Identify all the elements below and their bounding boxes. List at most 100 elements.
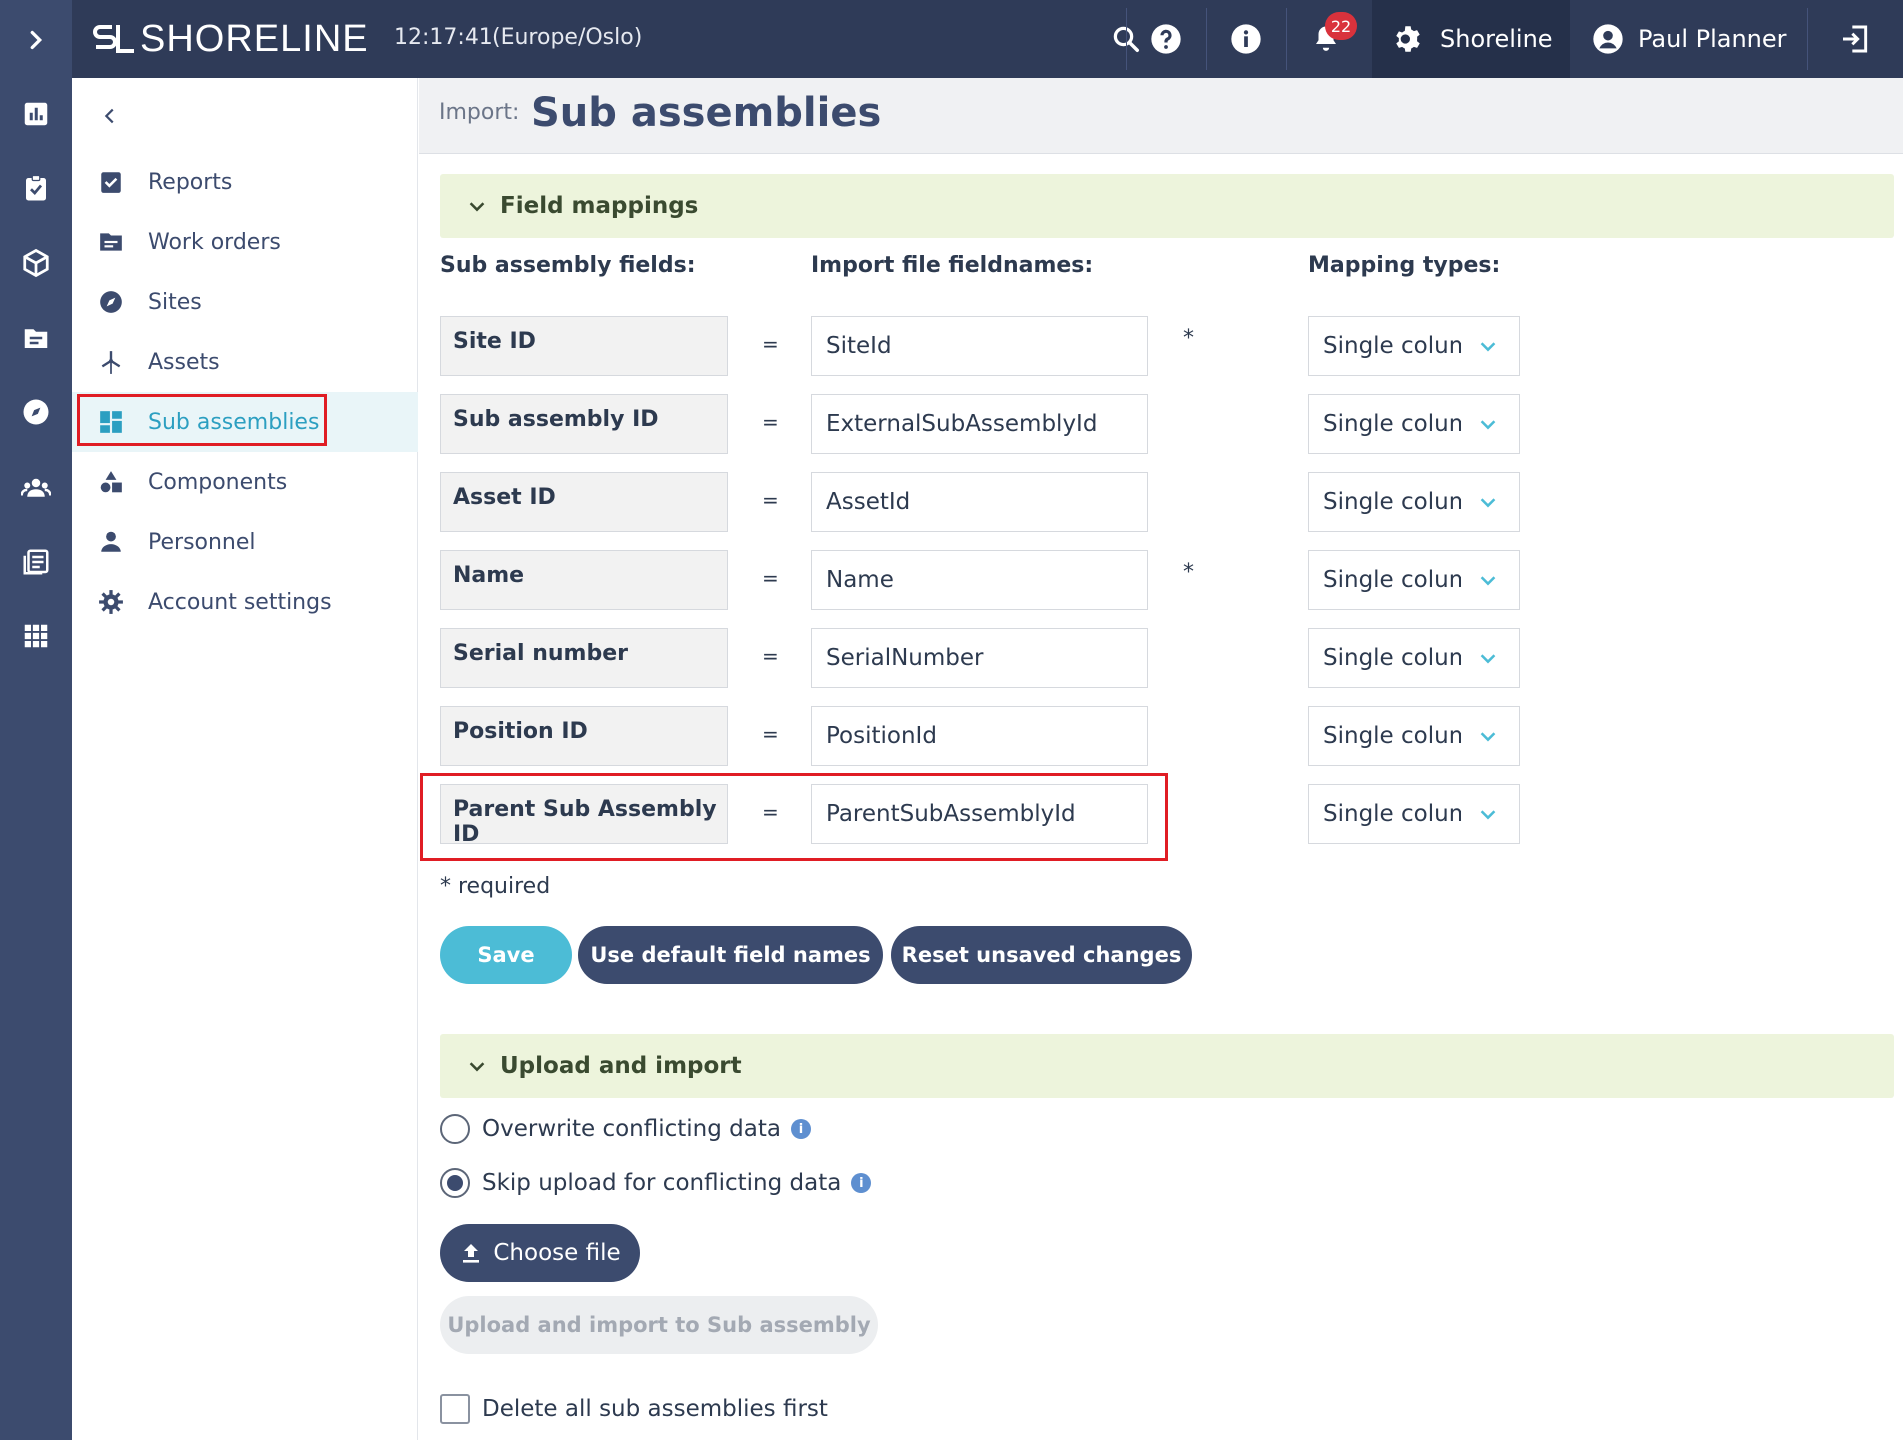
- use-default-field-names-button[interactable]: Use default field names: [578, 926, 883, 984]
- import-fieldname-input[interactable]: [811, 316, 1148, 376]
- user-name: Paul Planner: [1638, 25, 1787, 53]
- import-fieldname-input[interactable]: [811, 706, 1148, 766]
- mapping-type-value: Single column: [1323, 411, 1461, 437]
- overwrite-label: Overwrite conflicting data: [482, 1116, 781, 1142]
- folder-icon: [96, 227, 126, 257]
- logout-icon[interactable]: [1807, 0, 1903, 78]
- sidebar-item-label: Reports: [148, 169, 233, 195]
- upload-section-toggle[interactable]: Upload and import: [440, 1034, 1894, 1098]
- delete-first-option[interactable]: Delete all sub assemblies first: [440, 1394, 828, 1424]
- page-header: Import: Sub assemblies: [419, 78, 1903, 154]
- info-icon[interactable]: i: [851, 1173, 872, 1193]
- chevron-down-icon: [1480, 420, 1496, 430]
- dashboard-icon[interactable]: [0, 84, 72, 144]
- timezone: (Europe/Oslo): [492, 25, 643, 50]
- bell-icon[interactable]: [1286, 0, 1366, 78]
- chevron-down-icon: [1480, 576, 1496, 586]
- chevron-down-icon: [469, 202, 485, 212]
- mapping-row: Site ID = * Single column: [0, 316, 1903, 378]
- chevron-down-icon: [1480, 342, 1496, 352]
- section-title: Field mappings: [500, 193, 699, 219]
- clock: 12:17:41: [394, 25, 493, 50]
- logo-mark-icon: [93, 25, 134, 53]
- choose-file-label: Choose file: [493, 1240, 621, 1266]
- mapping-type-value: Single column: [1323, 801, 1461, 827]
- gear-icon: [1396, 26, 1420, 52]
- field-label: Asset ID: [440, 472, 728, 532]
- brand-name: SHORELINE: [140, 17, 369, 60]
- upload-and-import-button[interactable]: Upload and import to Sub assembly: [440, 1296, 878, 1354]
- equals-sign: =: [762, 644, 779, 668]
- choose-file-button[interactable]: Choose file: [440, 1224, 640, 1282]
- save-button[interactable]: Save: [440, 926, 572, 984]
- sidebar-item-reports[interactable]: Reports: [72, 152, 418, 212]
- annotation-highlight-row: [420, 773, 1168, 861]
- chevron-down-icon: [1480, 732, 1496, 742]
- package-icon[interactable]: [0, 233, 72, 293]
- compass-icon: [96, 287, 126, 317]
- overwrite-option[interactable]: Overwrite conflicting data i: [440, 1112, 811, 1146]
- import-fieldname-input[interactable]: [811, 472, 1148, 532]
- mapping-type-select[interactable]: Single column: [1308, 706, 1520, 766]
- import-fieldname-input[interactable]: [811, 628, 1148, 688]
- required-marker: *: [1183, 560, 1194, 585]
- page-title-prefix: Import:: [439, 100, 520, 125]
- mapping-type-select[interactable]: Single column: [1308, 316, 1520, 376]
- skip-option[interactable]: Skip upload for conflicting data i: [440, 1166, 872, 1200]
- mapping-type-value: Single column: [1323, 645, 1461, 671]
- mapping-type-value: Single column: [1323, 723, 1461, 749]
- field-label: Position ID: [440, 706, 728, 766]
- upload-icon: [463, 1244, 480, 1263]
- checklist-icon[interactable]: [0, 158, 72, 218]
- collapse-nav-icon[interactable]: [90, 96, 130, 136]
- expand-icon[interactable]: [0, 10, 72, 70]
- mapping-type-value: Single column: [1323, 567, 1461, 593]
- field-mappings-section-toggle[interactable]: Field mappings: [440, 174, 1894, 238]
- mapping-type-value: Single column: [1323, 333, 1461, 359]
- field-label: Name: [440, 550, 728, 610]
- mapping-row: Serial number = Single column: [0, 628, 1903, 690]
- help-icon[interactable]: [1126, 0, 1206, 78]
- mapping-type-select[interactable]: Single column: [1308, 472, 1520, 532]
- required-note: * required: [440, 874, 551, 899]
- overwrite-radio[interactable]: [440, 1114, 470, 1144]
- tenant-settings-button[interactable]: Shoreline: [1372, 0, 1570, 78]
- equals-sign: =: [762, 488, 779, 512]
- chevron-down-icon: [1480, 498, 1496, 508]
- field-label: Serial number: [440, 628, 728, 688]
- checklist-icon: [96, 167, 126, 197]
- field-label: Site ID: [440, 316, 728, 376]
- mapping-type-select[interactable]: Single column: [1308, 550, 1520, 610]
- user-menu[interactable]: Paul Planner: [1570, 0, 1807, 78]
- brand-logo[interactable]: SHORELINE: [92, 17, 369, 61]
- info-icon[interactable]: [1206, 0, 1286, 78]
- mapping-row: Name = * Single column: [0, 550, 1903, 612]
- mapping-type-select[interactable]: Single column: [1308, 628, 1520, 688]
- user-avatar-icon: [1593, 24, 1623, 54]
- equals-sign: =: [762, 332, 779, 356]
- reset-unsaved-changes-button[interactable]: Reset unsaved changes: [891, 926, 1192, 984]
- equals-sign: =: [762, 410, 779, 434]
- column-header-filenames: Import file fieldnames:: [811, 253, 1094, 278]
- notification-badge: 22: [1325, 12, 1357, 40]
- info-icon[interactable]: i: [790, 1119, 811, 1139]
- import-fieldname-input[interactable]: [811, 550, 1148, 610]
- required-marker: *: [1183, 326, 1194, 351]
- section-title: Upload and import: [500, 1053, 742, 1079]
- mapping-type-select[interactable]: Single column: [1308, 784, 1520, 844]
- import-fieldname-input[interactable]: [811, 394, 1148, 454]
- column-header-types: Mapping types:: [1308, 253, 1501, 278]
- tenant-name: Shoreline: [1440, 25, 1553, 53]
- chevron-down-icon: [469, 1062, 485, 1072]
- sidebar-item-work-orders[interactable]: Work orders: [72, 212, 418, 272]
- delete-first-checkbox[interactable]: [440, 1394, 470, 1424]
- mapping-type-select[interactable]: Single column: [1308, 394, 1520, 454]
- skip-radio[interactable]: [440, 1168, 470, 1198]
- mapping-row: Asset ID = Single column: [0, 472, 1903, 534]
- top-bar: SHORELINE 12:17:41 (Europe/Oslo) 22 Shor…: [72, 0, 1903, 78]
- chevron-down-icon: [1480, 654, 1496, 664]
- delete-first-label: Delete all sub assemblies first: [482, 1396, 828, 1422]
- sidebar-item-label: Sites: [148, 289, 202, 315]
- page-title: Sub assemblies: [531, 90, 882, 136]
- column-header-fields: Sub assembly fields:: [440, 253, 696, 278]
